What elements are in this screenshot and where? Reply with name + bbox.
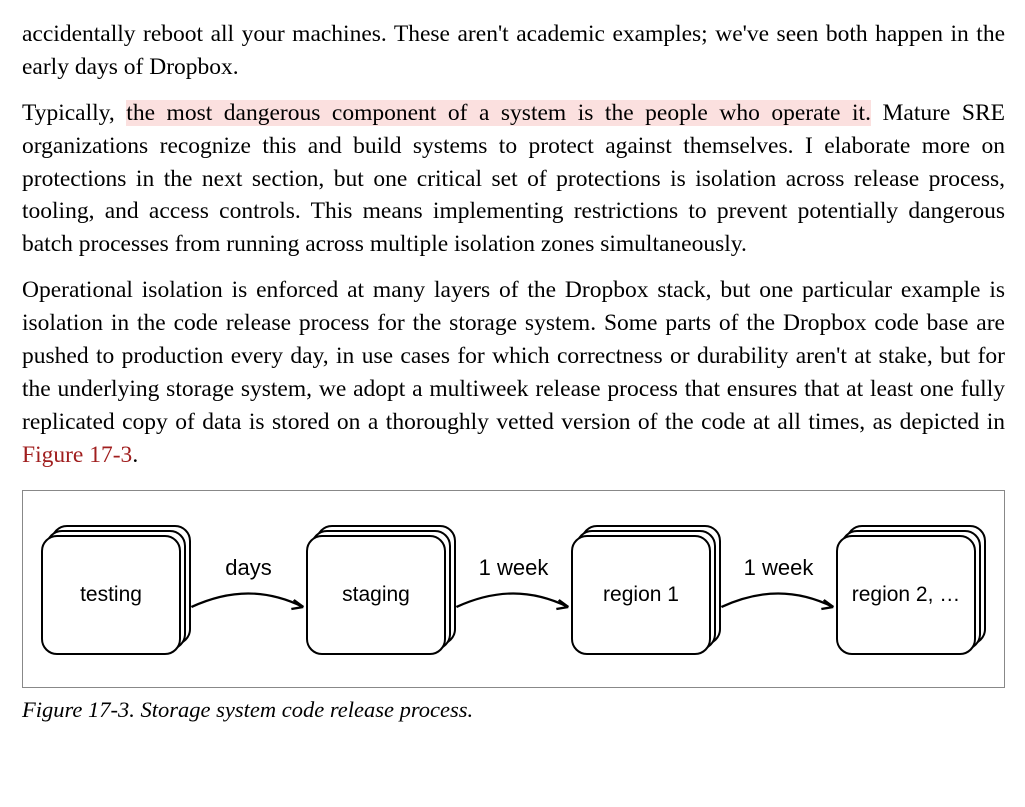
arrow-icon <box>454 591 573 621</box>
stack-card-front: region 1 <box>571 535 711 655</box>
figure-reference-link[interactable]: Figure 17-3 <box>22 442 132 468</box>
stage-region-1: region 1 <box>571 525 721 655</box>
release-flow-diagram: testing days staging 1 week <box>41 525 986 655</box>
figure-box: testing days staging 1 week <box>22 490 1005 688</box>
connector-label: 1 week <box>744 553 814 584</box>
para2-pre: Typically, <box>22 100 126 126</box>
connector-2: 1 week <box>454 525 573 655</box>
stack-card-front: region 2, … <box>836 535 976 655</box>
paragraph-2: Typically, the most dangerous component … <box>22 97 1005 261</box>
stage-region-2: region 2, … <box>836 525 986 655</box>
stage-staging: staging <box>306 525 456 655</box>
paragraph-3: Operational isolation is enforced at man… <box>22 274 1005 471</box>
figure-caption: Figure 17-3. Storage system code release… <box>22 694 1005 726</box>
connector-1: days <box>189 525 308 655</box>
stage-label: staging <box>342 580 410 609</box>
connector-3: 1 week <box>719 525 838 655</box>
stage-testing: testing <box>41 525 191 655</box>
stage-label: region 1 <box>603 580 679 609</box>
para3-pre: Operational isolation is enforced at man… <box>22 277 1005 435</box>
connector-label: days <box>225 553 271 584</box>
para2-highlight: the most dangerous component of a system… <box>126 100 871 126</box>
connector-label: 1 week <box>479 553 549 584</box>
para3-post: . <box>132 442 138 468</box>
arrow-icon <box>719 591 838 621</box>
stage-label: region 2, … <box>852 580 961 609</box>
paragraph-1: accidentally reboot all your machines. T… <box>22 18 1005 84</box>
arrow-icon <box>189 591 308 621</box>
stage-label: testing <box>80 580 142 609</box>
stack-card-front: staging <box>306 535 446 655</box>
stack-card-front: testing <box>41 535 181 655</box>
